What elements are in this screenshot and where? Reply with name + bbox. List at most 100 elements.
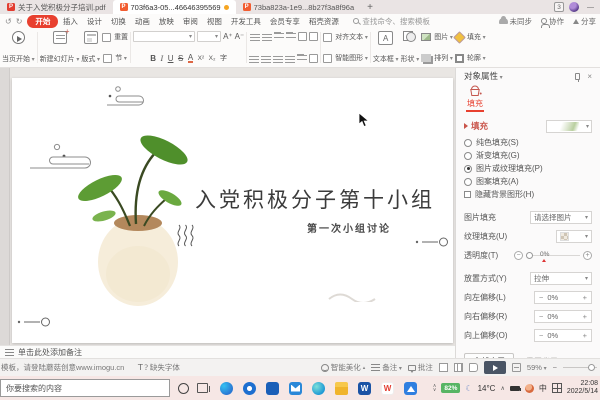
- pinned-app-icon[interactable]: [404, 382, 417, 395]
- transparency-minus-button[interactable]: −: [514, 251, 523, 260]
- edge-icon[interactable]: [220, 382, 233, 395]
- transparency-plus-button[interactable]: +: [583, 251, 592, 260]
- wps-icon[interactable]: W: [381, 382, 394, 395]
- line-spacing-icon[interactable]: [309, 54, 318, 63]
- share-button[interactable]: 分享: [573, 16, 596, 27]
- comments-button[interactable]: 批注: [408, 362, 433, 373]
- ribbon-tab-insert[interactable]: 插入: [58, 15, 82, 28]
- new-tab-button[interactable]: +: [361, 0, 379, 14]
- zoom-out-button[interactable]: −: [553, 363, 557, 372]
- increase-font-button[interactable]: A⁺: [223, 32, 233, 41]
- align-text-button[interactable]: 对齐文本: [323, 31, 368, 43]
- fill-button[interactable]: 填充: [455, 31, 486, 43]
- zoom-level[interactable]: 59%: [527, 363, 547, 372]
- collaborate-button[interactable]: 协作: [541, 16, 564, 27]
- undo-icon[interactable]: ↺: [5, 17, 12, 26]
- shape-button[interactable]: 形状: [400, 30, 421, 65]
- play-from-current-button[interactable]: 当页开始: [1, 30, 36, 65]
- task-view-icon[interactable]: [197, 383, 208, 393]
- fill-option-pattern[interactable]: 图案填充(A): [464, 175, 592, 188]
- browser-icon[interactable]: [312, 382, 325, 395]
- slide-title-textbox[interactable]: 入党积极分子第十小组: [184, 184, 446, 214]
- hide-background-checkbox[interactable]: 隐藏背景图形(H): [464, 188, 592, 201]
- align-center-icon[interactable]: [261, 54, 271, 63]
- taskbar-search-input[interactable]: 你要搜索的内容: [0, 379, 170, 397]
- sync-status-button[interactable]: 未同步: [499, 16, 533, 27]
- panel-tab-fill[interactable]: 填充: [466, 84, 484, 112]
- ribbon-tab-review[interactable]: 审阅: [178, 15, 202, 28]
- ribbon-tab-member[interactable]: 会员专享: [265, 15, 304, 28]
- stepper-plus[interactable]: +: [579, 293, 591, 302]
- fit-slide-icon[interactable]: [512, 363, 521, 372]
- document-tab-active[interactable]: P 703f6a3-05...46646395569: [113, 0, 236, 14]
- ribbon-tab-home[interactable]: 开始: [27, 15, 58, 28]
- ribbon-tab-animation[interactable]: 动画: [130, 15, 154, 28]
- outline-button[interactable]: 轮廓: [455, 52, 486, 64]
- ime-panel-icon[interactable]: [552, 383, 562, 393]
- picture-fill-select[interactable]: 请选择图片 ▾: [530, 211, 592, 224]
- window-count-badge[interactable]: 3: [554, 2, 564, 12]
- slider-knob[interactable]: [526, 252, 533, 259]
- fill-option-gradient[interactable]: 渐变填充(G): [464, 149, 592, 162]
- picture-button[interactable]: 图片: [421, 31, 453, 43]
- ribbon-tab-design[interactable]: 设计: [82, 15, 106, 28]
- character-tool-button[interactable]: 字: [220, 53, 227, 63]
- number-list-icon[interactable]: [262, 32, 272, 41]
- minimize-button[interactable]: —: [584, 4, 597, 11]
- stepper-minus[interactable]: −: [535, 312, 547, 321]
- tray-user-icon[interactable]: [525, 384, 534, 393]
- decrease-font-button[interactable]: A⁻: [235, 32, 245, 41]
- underline-button[interactable]: U: [168, 54, 174, 63]
- align-right-icon[interactable]: [273, 54, 283, 63]
- document-tab-pdf[interactable]: P 关于入党积极分子培训.pdf: [0, 0, 113, 14]
- stepper-minus[interactable]: −: [535, 293, 547, 302]
- italic-button[interactable]: I: [161, 54, 164, 63]
- decrease-indent-icon[interactable]: [274, 32, 284, 41]
- ribbon-tab-transition[interactable]: 切换: [106, 15, 130, 28]
- fill-option-solid[interactable]: 纯色填充(S): [464, 136, 592, 149]
- notes-input-bar[interactable]: 单击此处添加备注: [0, 345, 455, 358]
- redo-icon[interactable]: ↻: [16, 17, 23, 26]
- subscript-button[interactable]: X₂: [209, 55, 216, 62]
- slide-subtitle-textbox[interactable]: 第一次小组讨论: [274, 220, 424, 235]
- offset-right-stepper[interactable]: − 0% +: [534, 310, 592, 323]
- text-box-button[interactable]: A 文本框: [372, 30, 400, 65]
- fill-option-picture[interactable]: 图片或纹理填充(P): [464, 162, 592, 175]
- fill-preview-dropdown[interactable]: [546, 120, 592, 133]
- zoom-slider[interactable]: [563, 367, 597, 368]
- file-explorer-icon[interactable]: [335, 382, 348, 395]
- arrange-button[interactable]: 排列: [421, 52, 453, 64]
- ribbon-tab-view[interactable]: 视图: [202, 15, 226, 28]
- font-family-select[interactable]: [133, 31, 195, 42]
- distribute-icon[interactable]: [297, 54, 307, 63]
- tray-scroll-icons[interactable]: ∧∨: [433, 384, 437, 392]
- ribbon-tab-slideshow[interactable]: 放映: [154, 15, 178, 28]
- mail-icon[interactable]: [289, 382, 302, 395]
- ribbon-tab-docer[interactable]: 稻壳资源: [304, 15, 343, 28]
- section-button[interactable]: 节: [103, 52, 127, 64]
- align-left-icon[interactable]: [249, 54, 259, 63]
- smart-beautify-button[interactable]: 智能美化 ▴: [321, 362, 366, 373]
- command-search[interactable]: 查找命令、搜索模板: [353, 16, 430, 27]
- slide-sorter-view-button[interactable]: [454, 363, 463, 372]
- reset-slide-button[interactable]: 重置: [102, 31, 128, 43]
- normal-view-button[interactable]: [439, 363, 448, 372]
- slide-panel-collapsed[interactable]: [0, 68, 10, 345]
- clock-app-icon[interactable]: [243, 382, 256, 395]
- bold-button[interactable]: B: [150, 54, 156, 63]
- store-icon[interactable]: [266, 382, 279, 395]
- text-direction-icon[interactable]: [298, 32, 307, 41]
- stepper-minus[interactable]: −: [535, 331, 547, 340]
- battery-icon[interactable]: [510, 386, 520, 391]
- slideshow-play-button[interactable]: [484, 361, 506, 374]
- transparency-slider[interactable]: 0%: [526, 255, 580, 256]
- texture-fill-select[interactable]: ▾: [556, 230, 592, 243]
- bullet-list-icon[interactable]: [250, 32, 260, 41]
- cortana-icon[interactable]: [178, 383, 189, 394]
- hidden-icons-chevron[interactable]: ∧: [500, 385, 504, 392]
- font-color-button[interactable]: A: [188, 54, 193, 63]
- temperature-label[interactable]: 14°C: [478, 384, 496, 393]
- slide[interactable]: 入党积极分子第十小组 第一次小组讨论: [12, 78, 453, 343]
- document-tab-ppt2[interactable]: P 73ba823a-1e9...8b27f3a8f96a: [236, 0, 362, 14]
- stepper-plus[interactable]: +: [579, 312, 591, 321]
